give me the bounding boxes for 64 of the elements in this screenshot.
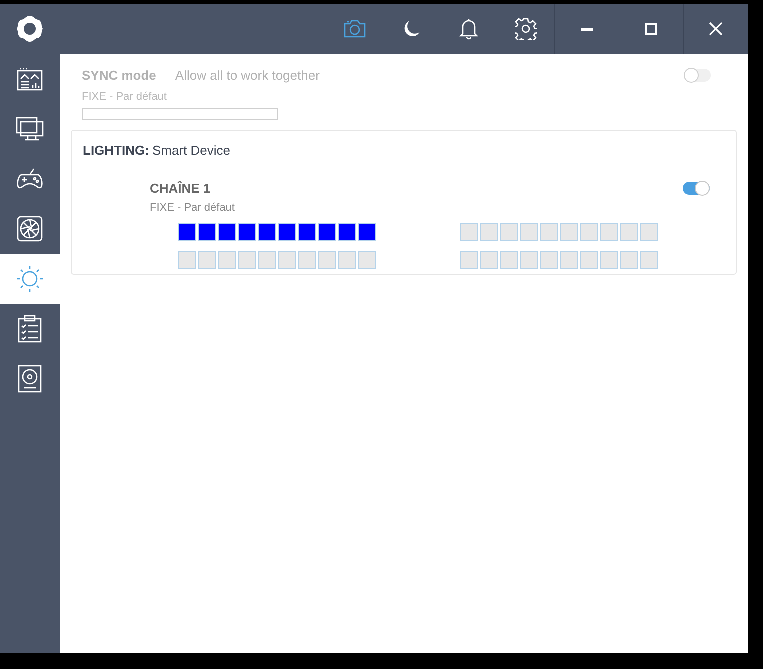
led-swatch[interactable] [460, 222, 478, 240]
led-swatch[interactable] [338, 222, 356, 240]
led-swatch[interactable] [480, 250, 498, 268]
led-swatch[interactable] [258, 222, 276, 240]
led-swatch[interactable] [620, 222, 638, 240]
close-icon [709, 22, 723, 36]
led-swatch[interactable] [600, 250, 618, 268]
led-swatch[interactable] [560, 250, 578, 268]
channel-name: CHAÎNE 1 [150, 180, 211, 198]
led-swatch[interactable] [520, 250, 538, 268]
led-swatch[interactable] [600, 222, 618, 240]
monitor-icon [16, 117, 44, 141]
bell-icon [458, 18, 478, 40]
led-swatch[interactable] [540, 222, 558, 240]
sync-label: SYNC mode [82, 67, 156, 85]
led-swatch[interactable] [580, 250, 598, 268]
led-swatch[interactable] [198, 222, 216, 240]
led-swatch[interactable] [580, 222, 598, 240]
led-swatch[interactable] [218, 250, 236, 268]
settings-icon [514, 18, 536, 40]
lighting-label: LIGHTING: [83, 142, 150, 160]
led-swatch[interactable] [338, 250, 356, 268]
sun-icon [16, 265, 44, 293]
led-swatch[interactable] [178, 222, 196, 240]
led-swatch[interactable] [620, 250, 638, 268]
checklist-icon [18, 315, 42, 343]
led-swatch[interactable] [640, 250, 658, 268]
dashboard-icon [17, 67, 43, 91]
fan-icon [17, 216, 43, 242]
led-swatch[interactable] [640, 222, 658, 240]
gamepad-icon [16, 168, 44, 190]
minimize-icon [581, 28, 593, 30]
led-swatch[interactable] [480, 222, 498, 240]
led-swatch[interactable] [318, 222, 336, 240]
mode-label: FIXE - Par défaut [82, 90, 168, 104]
moon-icon [402, 20, 420, 38]
led-swatch[interactable] [358, 250, 376, 268]
toggle-switch[interactable] [683, 182, 710, 195]
mode-label: FIXE - Par défaut [150, 201, 236, 216]
led-swatch[interactable] [298, 250, 316, 268]
led-swatch[interactable] [238, 222, 256, 240]
app-logo [16, 15, 44, 43]
device-name: Smart Device [152, 142, 230, 160]
led-swatch[interactable] [258, 250, 276, 268]
camera-icon [344, 20, 366, 38]
led-swatch[interactable] [540, 250, 558, 268]
led-swatch[interactable] [460, 250, 478, 268]
speaker-icon [18, 365, 42, 393]
led-swatch[interactable] [238, 250, 256, 268]
led-swatch[interactable] [218, 222, 236, 240]
maximize-icon [645, 23, 657, 35]
led-swatch[interactable] [560, 222, 578, 240]
led-swatch[interactable] [318, 250, 336, 268]
led-swatch[interactable] [298, 222, 316, 240]
sync-description: Allow all to work together [175, 67, 320, 85]
led-swatch[interactable] [178, 250, 196, 268]
led-swatch[interactable] [278, 250, 296, 268]
led-swatch[interactable] [358, 222, 376, 240]
led-swatch[interactable] [278, 222, 296, 240]
led-swatch[interactable] [520, 222, 538, 240]
led-swatch[interactable] [500, 222, 518, 240]
toggle-switch[interactable] [684, 69, 711, 82]
led-swatch[interactable] [500, 250, 518, 268]
led-swatch[interactable] [198, 250, 216, 268]
